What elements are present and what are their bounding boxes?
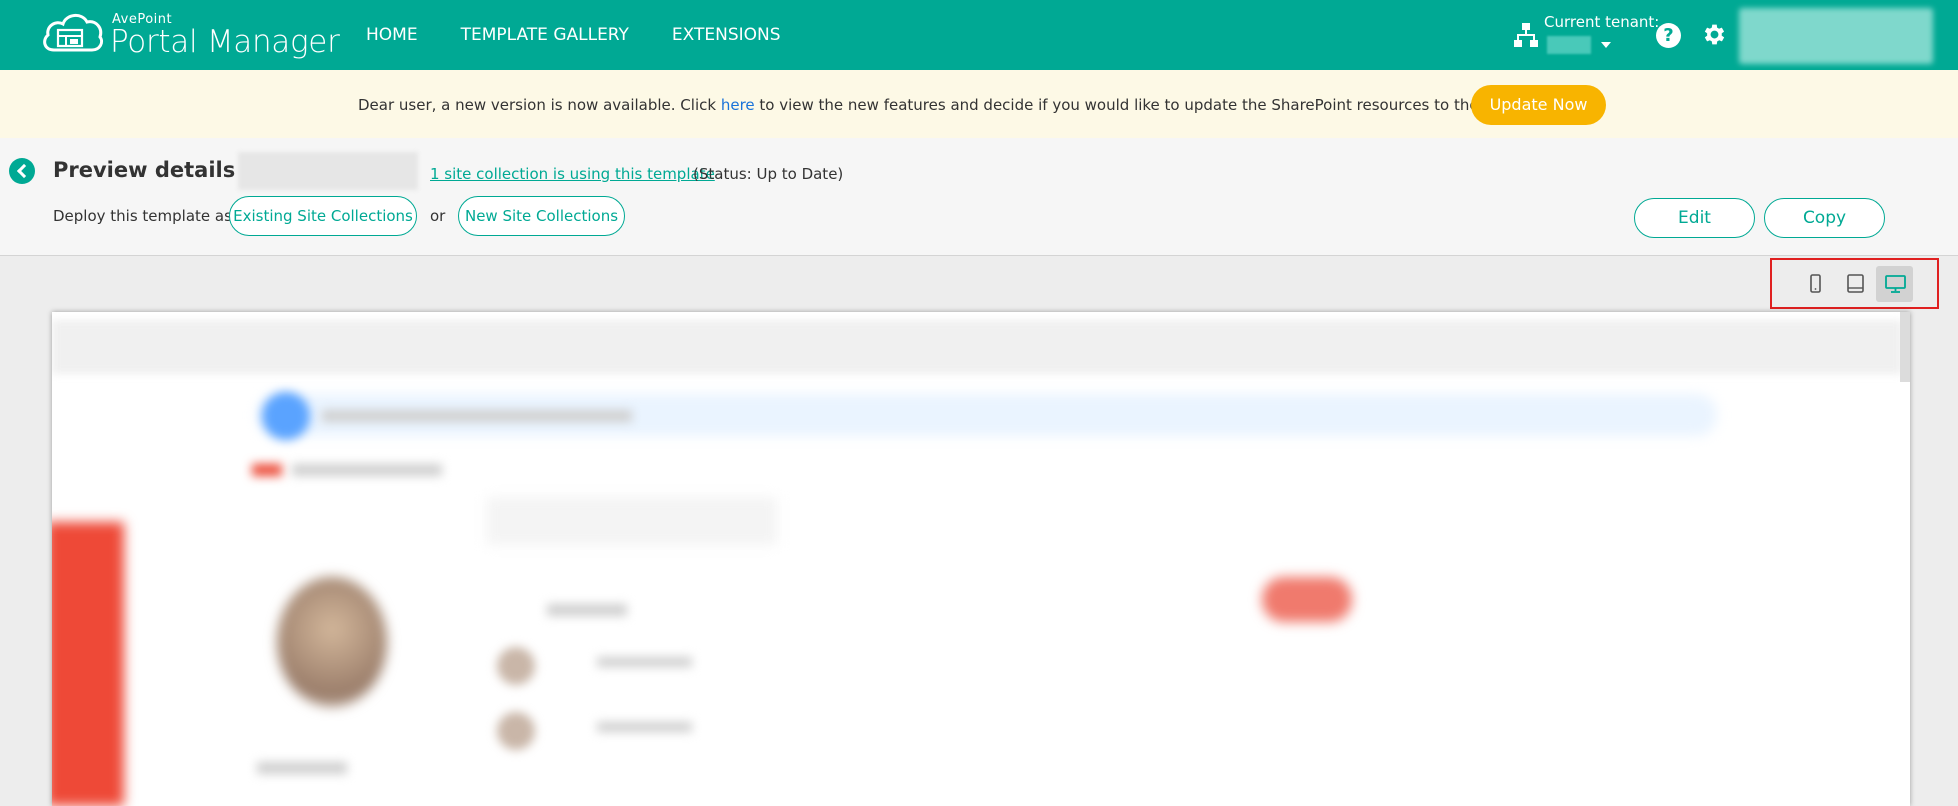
preview-breadcrumb-marker (252, 464, 282, 476)
tenant-selector[interactable]: Current tenant: (1512, 10, 1659, 60)
new-site-collections-button[interactable]: New Site Collections (458, 196, 625, 236)
user-account-redacted[interactable] (1739, 8, 1933, 64)
preview-header-strip (52, 320, 1902, 374)
tablet-icon (1847, 274, 1864, 293)
chevron-down-icon[interactable] (1601, 42, 1611, 48)
preview-breadcrumb (292, 464, 442, 476)
mobile-view-button[interactable] (1797, 266, 1834, 302)
preview-avatar (277, 577, 387, 707)
preview-card (487, 497, 777, 545)
copy-button[interactable]: Copy (1764, 198, 1885, 238)
nav-template-gallery[interactable]: TEMPLATE GALLERY (461, 25, 629, 45)
top-nav-bar: AvePoint Portal Manager HOME TEMPLATE GA… (0, 0, 1958, 70)
nav-home[interactable]: HOME (366, 25, 418, 45)
preview-person-name (597, 657, 692, 667)
template-preview-frame (52, 312, 1910, 806)
preview-sidebar (52, 522, 124, 806)
nav-extensions[interactable]: EXTENSIONS (672, 25, 781, 45)
preview-subheading (257, 762, 347, 774)
brand-product-name: Portal Manager (110, 24, 340, 60)
preview-person-name (597, 722, 692, 732)
update-now-button[interactable]: Update Now (1471, 85, 1606, 125)
status-text: (Status: Up to Date) (693, 165, 844, 183)
help-icon[interactable]: ? (1656, 23, 1681, 48)
tablet-view-button[interactable] (1837, 266, 1874, 302)
existing-site-collections-button[interactable]: Existing Site Collections (229, 196, 417, 236)
or-separator: or (430, 207, 446, 225)
preview-person-avatar (497, 712, 535, 750)
preview-logo-blur (262, 392, 310, 440)
app-logo[interactable]: AvePoint Portal Manager (40, 8, 340, 62)
banner-text-before: Dear user, a new version is now availabl… (358, 96, 721, 114)
org-chart-icon (1514, 23, 1538, 47)
cloud-logo-icon (43, 14, 104, 52)
template-details-header: Preview details of: 1 site collection is… (0, 138, 1958, 256)
preview-action-button (1262, 577, 1352, 622)
back-arrow-icon[interactable] (9, 158, 35, 184)
main-nav: HOME TEMPLATE GALLERY EXTENSIONS (366, 0, 824, 70)
mobile-phone-icon (1810, 274, 1821, 293)
device-preview-toggle (1770, 258, 1939, 309)
preview-search-text (322, 410, 632, 422)
desktop-view-button[interactable] (1876, 266, 1913, 302)
site-collection-usage-link[interactable]: 1 site collection is using this template (430, 165, 715, 183)
preview-scrollbar[interactable] (1900, 312, 1910, 382)
desktop-monitor-icon (1885, 275, 1906, 293)
template-name-redacted (238, 152, 418, 190)
update-banner: Dear user, a new version is now availabl… (0, 70, 1958, 138)
preview-heading (547, 604, 627, 616)
tenant-label: Current tenant: (1544, 13, 1660, 31)
banner-here-link[interactable]: here (721, 96, 755, 114)
banner-message: Dear user, a new version is now availabl… (358, 96, 1574, 114)
deploy-label: Deploy this template as: (53, 207, 237, 225)
edit-button[interactable]: Edit (1634, 198, 1755, 238)
preview-person-avatar (497, 647, 535, 685)
tenant-value-redacted[interactable] (1547, 36, 1591, 54)
banner-text-after: to view the new features and decide if y… (754, 96, 1574, 114)
gear-icon[interactable] (1701, 21, 1728, 48)
